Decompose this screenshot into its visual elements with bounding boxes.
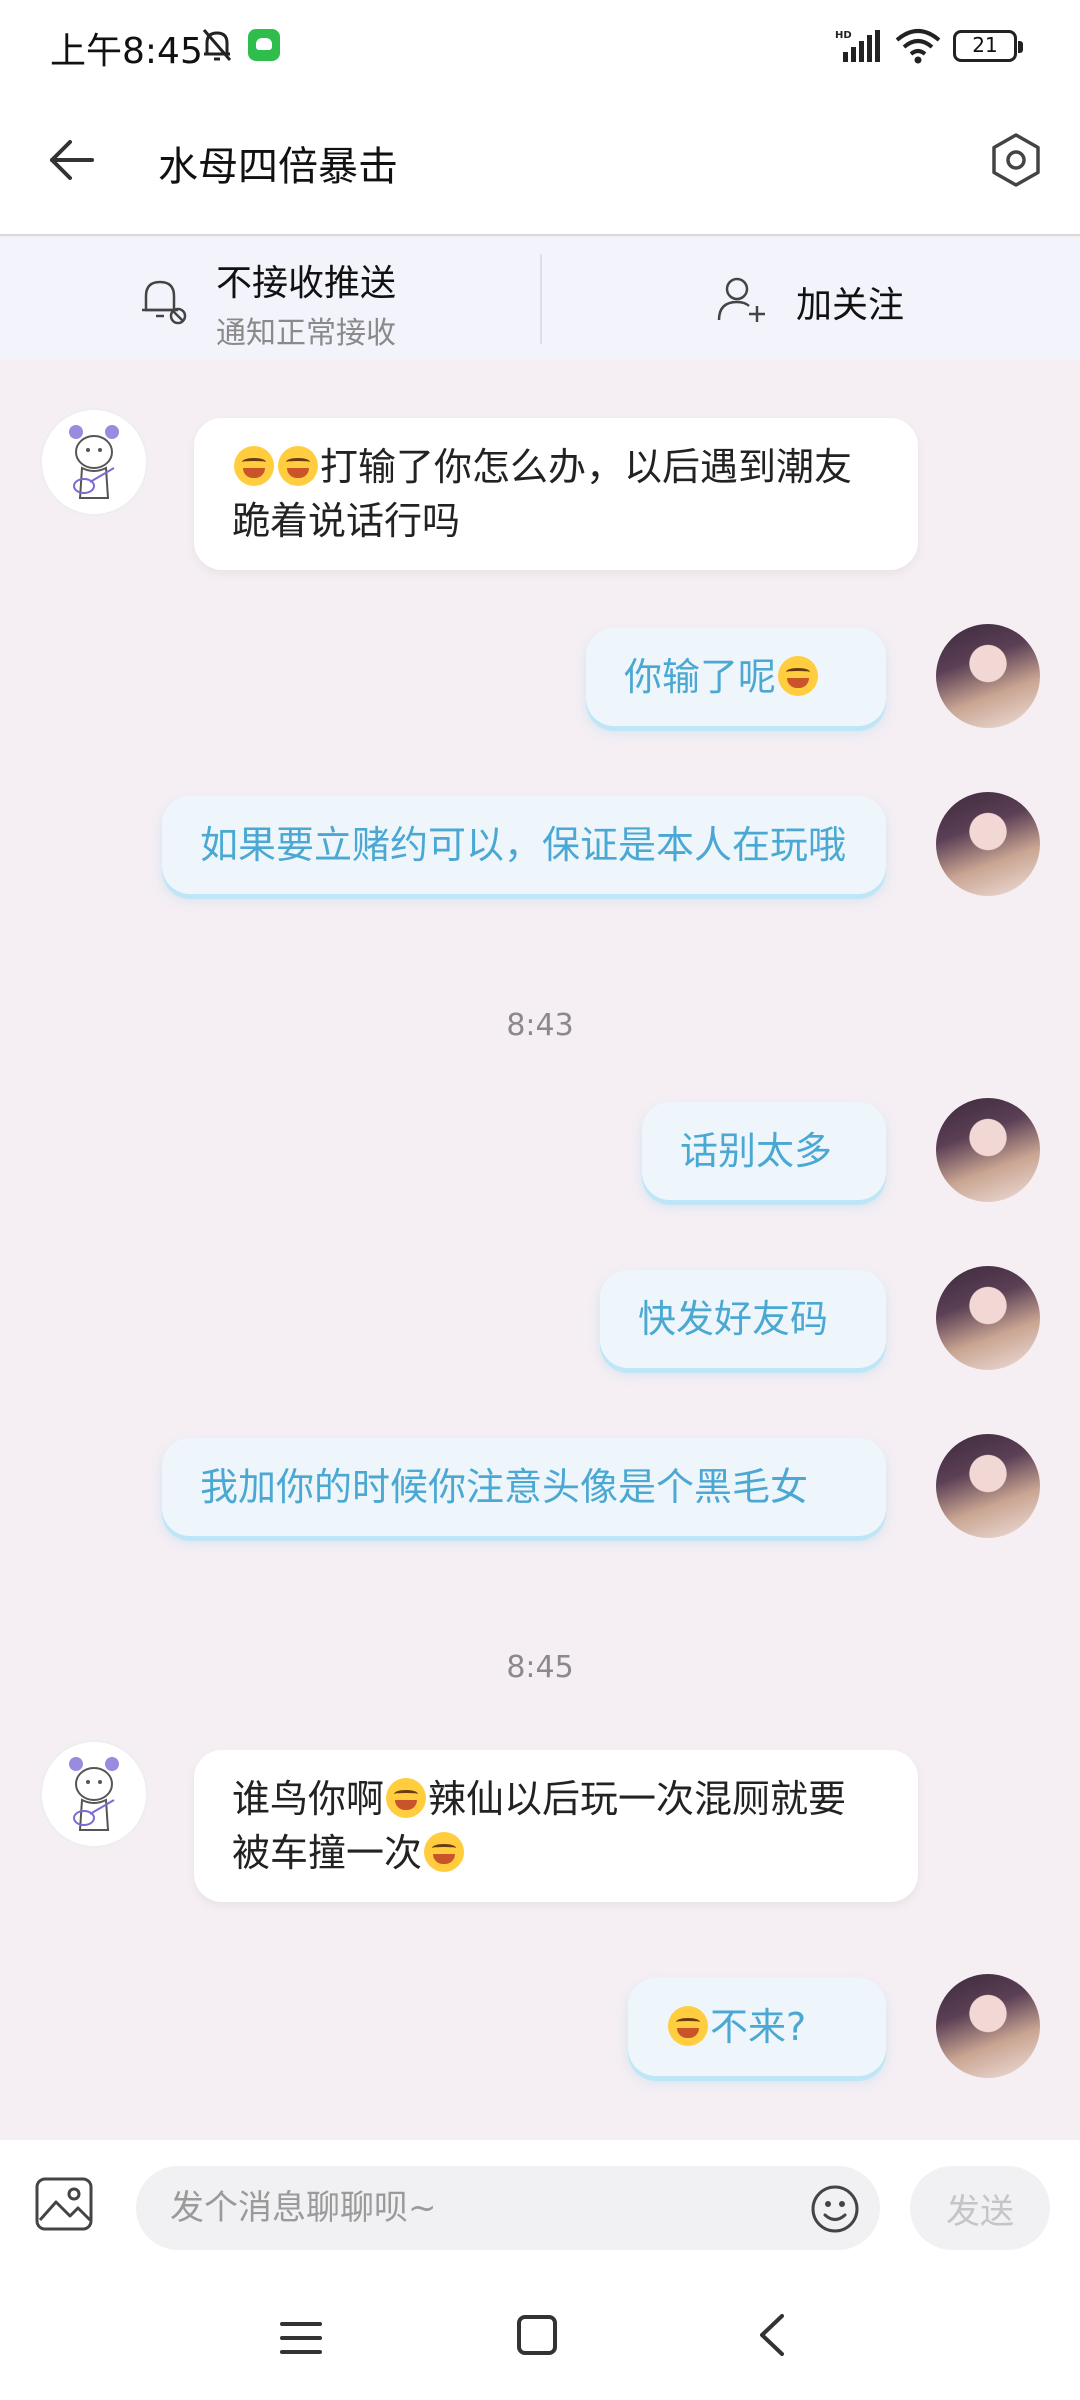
back-chevron-icon[interactable] (752, 2312, 792, 2358)
divider (540, 254, 542, 344)
laugh-cry-emoji (668, 2006, 708, 2046)
message-text: 你输了呢 (624, 655, 777, 699)
chat-message-list[interactable]: 打输了你怎么办，以后遇到潮友跪着说话行吗 你输了呢 如果要立赌约可以，保证是本人… (0, 360, 1080, 2140)
hexagon-settings-icon[interactable] (988, 132, 1044, 188)
add-user-icon (717, 277, 765, 322)
message-text: 打输了你怎么办，以后遇到潮友跪着说话行吗 (232, 445, 853, 543)
message-text: 我加你的时候你注意头像是个黑毛女 (200, 1465, 809, 1509)
arrow-left-icon[interactable] (46, 134, 98, 186)
self-avatar[interactable] (936, 792, 1040, 896)
send-button[interactable]: 发送 (910, 2166, 1050, 2250)
push-setting-title: 不接收推送 (216, 263, 397, 304)
chat-header: 水母四倍暴击 (0, 96, 1080, 236)
self-avatar[interactable] (936, 1098, 1040, 1202)
push-setting-subtitle: 通知正常接收 (216, 316, 396, 351)
battery-icon: 21 (953, 30, 1023, 62)
message-bubble[interactable]: 话别太多 (642, 1102, 886, 1200)
laugh-cry-emoji (234, 446, 274, 486)
wifi-icon (895, 29, 941, 64)
hd-signal-icon: HD (835, 30, 880, 62)
message-bubble[interactable]: 不来? (628, 1978, 886, 2076)
self-avatar[interactable] (936, 1434, 1040, 1538)
laugh-cry-emoji (386, 1778, 427, 1818)
sob-emoji (778, 656, 819, 696)
message-bubble[interactable]: 谁鸟你啊 辣仙以后玩一次混厕就要被车撞一次 (194, 1750, 918, 1902)
message-bubble[interactable]: 我加你的时候你注意头像是个黑毛女 (162, 1438, 886, 1536)
follow-label: 加关注 (796, 285, 905, 326)
home-square-icon[interactable] (516, 2314, 558, 2356)
system-navigation-bar (0, 2270, 1080, 2400)
message-input[interactable] (136, 2166, 880, 2250)
menu-icon[interactable] (278, 2318, 324, 2358)
message-text: 话别太多 (680, 1129, 833, 1173)
message-bubble[interactable]: 你输了呢 (586, 628, 886, 726)
self-avatar[interactable] (936, 1266, 1040, 1370)
message-text: 谁鸟你啊 (232, 1777, 385, 1821)
message-bubble[interactable]: 快发好友码 (600, 1270, 886, 1368)
app-notification-icon (248, 29, 280, 61)
peer-avatar[interactable] (42, 1742, 146, 1846)
sob-emoji (424, 1832, 465, 1872)
message-bubble[interactable]: 打输了你怎么办，以后遇到潮友跪着说话行吗 (194, 418, 918, 570)
svg-text:HD: HD (835, 30, 852, 41)
notification-settings-bar: 不接收推送 通知正常接收 加关注 (0, 238, 1080, 360)
status-time: 上午8:45 (50, 31, 203, 72)
message-timestamp: 8:43 (506, 1008, 574, 1043)
self-avatar[interactable] (936, 624, 1040, 728)
message-timestamp: 8:45 (506, 1650, 574, 1685)
peer-avatar[interactable] (42, 410, 146, 514)
image-icon[interactable] (34, 2176, 94, 2232)
laugh-cry-emoji (278, 446, 318, 486)
bell-off-icon (142, 280, 187, 325)
status-bar: 上午8:45 HD 21 (0, 0, 1080, 96)
message-bubble[interactable]: 如果要立赌约可以，保证是本人在玩哦 (162, 796, 886, 894)
message-text: 不来? (710, 2005, 807, 2049)
message-text: 如果要立赌约可以，保证是本人在玩哦 (200, 823, 847, 867)
page-title: 水母四倍暴击 (158, 144, 398, 190)
self-avatar[interactable] (936, 1974, 1040, 2078)
bell-off-icon (202, 29, 232, 61)
message-input-bar: 发送 (0, 2140, 1080, 2270)
message-text: 快发好友码 (638, 1297, 829, 1341)
smiley-icon[interactable] (810, 2184, 860, 2234)
